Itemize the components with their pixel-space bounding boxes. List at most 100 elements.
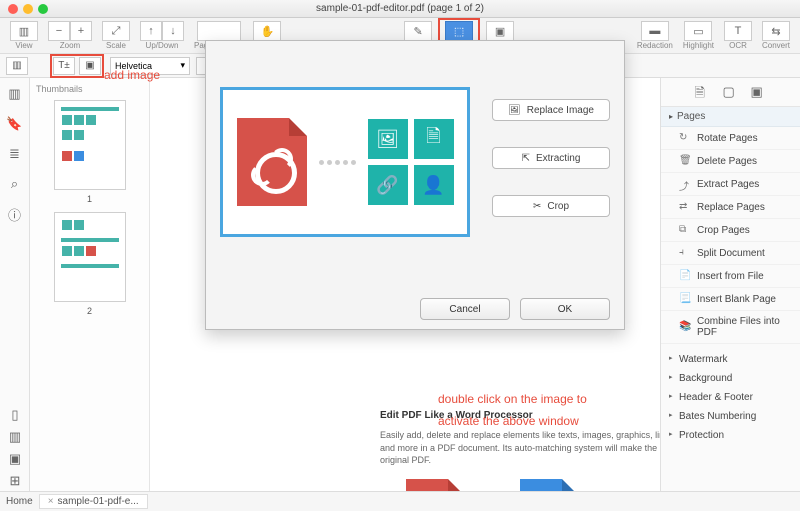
word-file-icon[interactable]: W: [520, 479, 576, 491]
insert-from-file-item[interactable]: 📄Insert from File: [661, 265, 800, 288]
ocr-button[interactable]: T: [724, 21, 752, 41]
hand-button[interactable]: ✋: [253, 21, 281, 41]
window-title: sample-01-pdf-editor.pdf (page 1 of 2): [316, 3, 484, 14]
font-family-select[interactable]: Helvetica▾: [110, 57, 190, 75]
pages-section-header[interactable]: Pages: [661, 107, 800, 127]
header-footer-section[interactable]: Header & Footer: [661, 388, 800, 407]
view-group: ▥ View: [10, 21, 38, 50]
background-section[interactable]: Background: [661, 369, 800, 388]
zoom-out-button[interactable]: −: [48, 21, 70, 41]
thumbnail-label-1: 1: [36, 194, 143, 204]
page-number-field[interactable]: [197, 21, 241, 41]
image-feature-icon: 🖼: [368, 119, 408, 159]
add-image-button[interactable]: ▣: [79, 57, 101, 75]
edit-button[interactable]: ⬚: [445, 21, 473, 41]
markup-button[interactable]: ✎: [404, 21, 432, 41]
right-panel: 🗎 ▢ ▣ Pages ↻Rotate Pages 🗑Delete Pages …: [660, 78, 800, 491]
convert-group: ⇆ Convert: [762, 21, 790, 50]
minimize-window-icon[interactable]: [23, 4, 33, 14]
properties-tab-icon[interactable]: ▢: [723, 84, 739, 100]
home-link[interactable]: Home: [6, 496, 33, 507]
zoom-in-button[interactable]: +: [70, 21, 92, 41]
form-button[interactable]: ▣: [486, 21, 514, 41]
redaction-button[interactable]: ▬: [641, 21, 669, 41]
doc-heading: Edit PDF Like a Word Processor: [380, 410, 660, 421]
watermark-section[interactable]: Watermark: [661, 350, 800, 369]
split-icon: ⫞: [679, 247, 691, 259]
dots-separator-icon: [319, 160, 356, 165]
insert-blank-page-item[interactable]: 📃Insert Blank Page: [661, 288, 800, 311]
thumbnail-label-2: 2: [36, 306, 143, 316]
user-feature-icon: 👤: [414, 165, 454, 205]
text-feature-icon: 🗎: [414, 119, 454, 159]
extracting-icon: ⇱: [522, 153, 530, 164]
replace-icon: ⇄: [679, 201, 691, 213]
feature-icon-grid: 🖼 🗎 🔗 👤: [368, 119, 454, 205]
grid-view-icon[interactable]: ⊞: [7, 473, 23, 489]
combine-files-item[interactable]: 📚Combine Files into PDF: [661, 311, 800, 344]
cancel-button[interactable]: Cancel: [420, 298, 510, 320]
crop-button[interactable]: ✂Crop: [492, 195, 610, 217]
combine-icon: 📚: [679, 321, 691, 333]
split-document-item[interactable]: ⫞Split Document: [661, 242, 800, 265]
delete-icon: 🗑: [679, 155, 691, 167]
extract-pages-item[interactable]: ⤴Extract Pages: [661, 173, 800, 196]
pdf-file-icon[interactable]: ⟁: [406, 479, 462, 491]
thumbnail-page-1[interactable]: [54, 100, 126, 190]
view-mode-rail: ▯ ▥ ▣ ⊞: [0, 407, 30, 489]
document-content: Edit PDF Like a Word Processor Easily ad…: [380, 410, 660, 491]
sidebar-toggle-button[interactable]: ▥: [6, 57, 28, 75]
continuous-view-icon[interactable]: ▥: [7, 429, 23, 445]
zoom-window-icon[interactable]: [38, 4, 48, 14]
layers-tab-icon[interactable]: ▣: [751, 84, 767, 100]
link-feature-icon: 🔗: [368, 165, 408, 205]
outline-tab-icon[interactable]: ≣: [7, 146, 23, 162]
scale-button[interactable]: ⤢: [102, 21, 130, 41]
highlight-group: ▭ Highlight: [683, 21, 714, 50]
replace-image-button[interactable]: 🖼Replace Image: [492, 99, 610, 121]
protection-section[interactable]: Protection: [661, 426, 800, 445]
single-page-view-icon[interactable]: ▯: [7, 407, 23, 423]
page-up-button[interactable]: ↑: [140, 21, 162, 41]
insert-blank-icon: 📃: [679, 293, 691, 305]
add-text-button[interactable]: T±: [53, 57, 75, 75]
document-tab[interactable]: × sample-01-pdf-e...: [39, 494, 148, 509]
info-tab-icon[interactable]: ⓘ: [7, 206, 23, 222]
bookmarks-tab-icon[interactable]: 🔖: [7, 116, 23, 132]
close-window-icon[interactable]: [8, 4, 18, 14]
scale-group: ⤢ Scale: [102, 21, 130, 50]
replace-pages-item[interactable]: ⇄Replace Pages: [661, 196, 800, 219]
pdf-document-icon: [237, 118, 307, 206]
doc-image-row: ⟁ ➔ W: [406, 479, 660, 491]
bates-numbering-section[interactable]: Bates Numbering: [661, 407, 800, 426]
zoom-group: − + Zoom: [48, 21, 92, 50]
doc-paragraph: Easily add, delete and replace elements …: [380, 429, 660, 467]
highlight-button[interactable]: ▭: [684, 21, 712, 41]
image-preview-area[interactable]: 🖼 🗎 🔗 👤: [220, 87, 470, 237]
extracting-button[interactable]: ⇱Extracting: [492, 147, 610, 169]
close-tab-icon[interactable]: ×: [48, 496, 54, 507]
pages-tab-icon[interactable]: 🗎: [695, 84, 711, 100]
delete-pages-item[interactable]: 🗑Delete Pages: [661, 150, 800, 173]
ok-button[interactable]: OK: [520, 298, 610, 320]
crop-pages-item[interactable]: ⧉Crop Pages: [661, 219, 800, 242]
crop-action-icon: ✂: [533, 201, 541, 212]
app-window: sample-01-pdf-editor.pdf (page 1 of 2) ▥…: [0, 0, 800, 511]
thumbnails-panel: Thumbnails 1 2: [30, 78, 150, 491]
redaction-group: ▬ Redaction: [637, 21, 673, 50]
thumbnail-page-2[interactable]: [54, 212, 126, 302]
rotate-pages-item[interactable]: ↻Rotate Pages: [661, 127, 800, 150]
add-image-highlight-box: T± ▣: [50, 54, 104, 78]
search-tab-icon[interactable]: ⌕: [7, 176, 23, 192]
thumbnails-title: Thumbnails: [36, 84, 143, 94]
thumbnails-tab-icon[interactable]: ▥: [7, 86, 23, 102]
page-down-button[interactable]: ↓: [162, 21, 184, 41]
image-edit-dialog: 🖼 🗎 🔗 👤 🖼Replace Image ⇱Extracting ✂Crop…: [205, 40, 625, 330]
pages-actions-list: ↻Rotate Pages 🗑Delete Pages ⤴Extract Pag…: [661, 127, 800, 344]
two-page-view-icon[interactable]: ▣: [7, 451, 23, 467]
footer-bar: Home × sample-01-pdf-e...: [0, 491, 800, 511]
more-sections-list: Watermark Background Header & Footer Bat…: [661, 344, 800, 445]
view-button[interactable]: ▥: [10, 21, 38, 41]
convert-button[interactable]: ⇆: [762, 21, 790, 41]
ocr-group: T OCR: [724, 21, 752, 50]
